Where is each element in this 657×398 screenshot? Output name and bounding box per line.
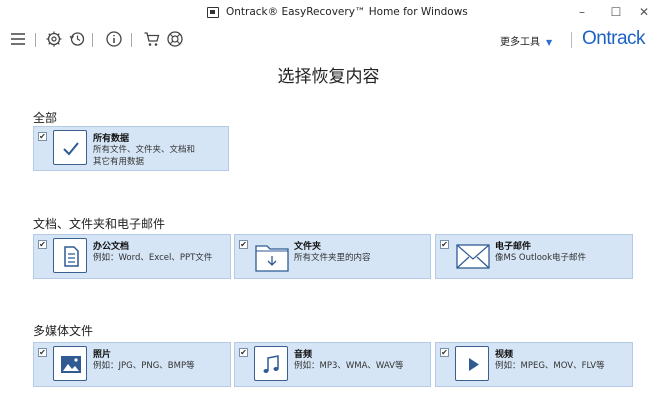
card-title: 照片: [93, 350, 112, 360]
checkbox[interactable]: ✔: [38, 240, 47, 249]
info-icon[interactable]: [105, 30, 123, 48]
ontrack-logo: Ontrack: [582, 28, 646, 49]
card-video[interactable]: ✔ 视频 例如：MPEG、MOV、FLV等: [435, 342, 633, 387]
document-icon: [53, 238, 87, 273]
card-title: 音频: [294, 350, 313, 360]
support-icon[interactable]: [166, 30, 184, 48]
checkbox[interactable]: ✔: [239, 348, 248, 357]
more-tools-dropdown[interactable]: 更多工具 ▼: [500, 33, 552, 48]
video-icon: [455, 346, 489, 381]
menu-icon[interactable]: [9, 30, 27, 48]
caret-down-icon: ▼: [546, 37, 553, 47]
card-description: 像MS Outlook电子邮件: [495, 253, 587, 263]
section-title-documents: 文档、文件夹和电子邮件: [33, 217, 166, 231]
close-button[interactable]: ✕: [633, 3, 655, 21]
section-title-all: 全部: [33, 111, 58, 125]
history-icon[interactable]: [68, 30, 86, 48]
music-icon: [254, 346, 288, 381]
toolbar-divider: [35, 33, 36, 47]
checkbox[interactable]: ✔: [440, 348, 449, 357]
more-tools-label: 更多工具: [500, 37, 540, 48]
card-description: 例如：Word、Excel、PPT文件: [93, 253, 213, 263]
card-title: 办公文档: [93, 242, 130, 252]
card-description: 例如：MPEG、MOV、FLV等: [495, 361, 605, 371]
checkbox[interactable]: ✔: [38, 132, 47, 141]
section-title-multimedia: 多媒体文件: [33, 324, 94, 338]
card-description: 例如：MP3、WMA、WAV等: [294, 361, 404, 371]
maximize-button[interactable]: ☐: [605, 3, 627, 21]
photo-icon: [53, 346, 87, 381]
card-title: 视频: [495, 350, 514, 360]
card-title: 所有数据: [93, 134, 130, 144]
title-bar: Ontrack® EasyRecovery™ Home for Windows …: [0, 0, 657, 26]
card-all-data[interactable]: ✔ 所有数据 所有文件、文件夹、文档和其它有用数据: [33, 126, 229, 171]
checkbox[interactable]: ✔: [38, 348, 47, 357]
card-photos[interactable]: ✔ 照片 例如：JPG、PNG、BMP等: [33, 342, 231, 387]
gear-icon[interactable]: [45, 30, 63, 48]
card-office-documents[interactable]: ✔ 办公文档 例如：Word、Excel、PPT文件: [33, 234, 231, 279]
checkbox[interactable]: ✔: [440, 240, 449, 249]
card-title: 文件夹: [294, 242, 322, 252]
logo-divider: [571, 32, 572, 48]
minimize-button[interactable]: –: [571, 3, 593, 21]
card-description: 所有文件夹里的内容: [294, 253, 371, 263]
card-description: 例如：JPG、PNG、BMP等: [93, 361, 195, 371]
toolbar: 更多工具 ▼ Ontrack: [0, 26, 657, 54]
card-audio[interactable]: ✔ 音频 例如：MP3、WMA、WAV等: [234, 342, 431, 387]
page-title: 选择恢复内容: [277, 67, 380, 87]
toolbar-divider: [131, 33, 132, 47]
cart-icon[interactable]: [143, 30, 161, 48]
card-folders[interactable]: ✔ 文件夹 所有文件夹里的内容: [234, 234, 431, 279]
card-title: 电子邮件: [495, 242, 532, 252]
window-title: Ontrack® EasyRecovery™ Home for Windows: [226, 6, 468, 18]
email-icon: [454, 237, 492, 275]
checkbox[interactable]: ✔: [239, 240, 248, 249]
card-email[interactable]: ✔ 电子邮件 像MS Outlook电子邮件: [435, 234, 633, 279]
app-icon: [207, 7, 219, 18]
folder-icon: [253, 237, 291, 275]
card-description: 所有文件、文件夹、文档和其它有用数据: [93, 145, 196, 167]
toolbar-divider: [92, 33, 93, 47]
check-icon: [53, 130, 87, 165]
